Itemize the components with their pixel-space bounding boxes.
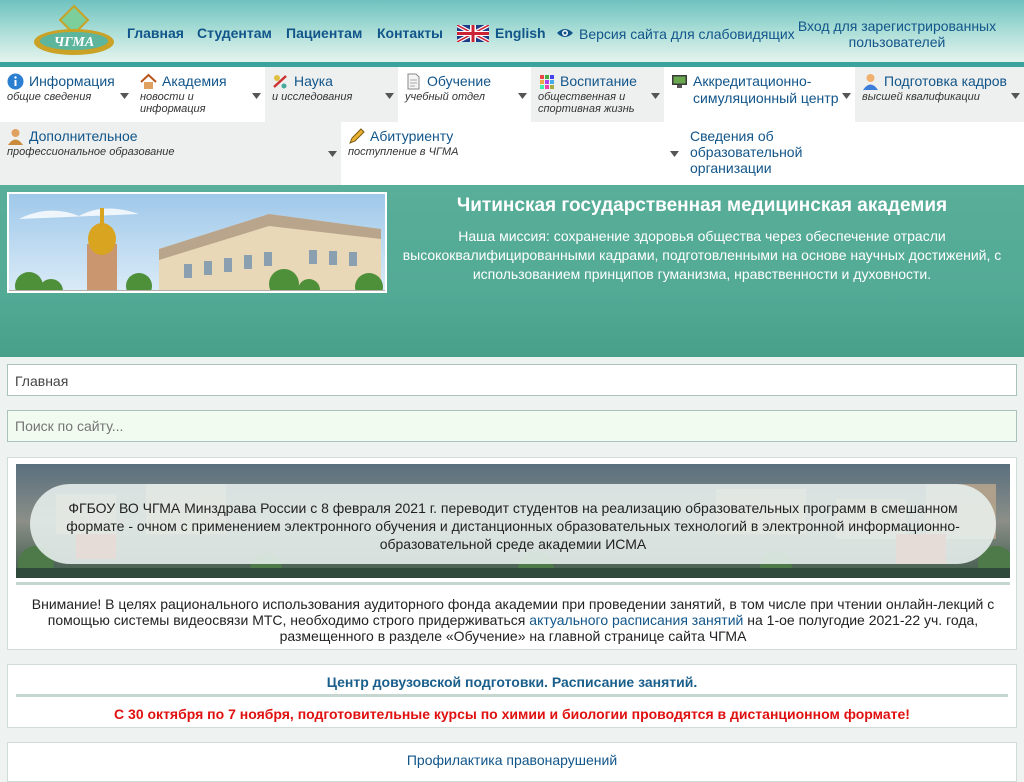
nav-contacts[interactable]: Контакты xyxy=(377,25,443,41)
campus-aerial-photo: ФГБОУ ВО ЧГМА Минздрава России с 8 февра… xyxy=(16,464,1010,578)
menu-subtitle: новости и информация xyxy=(140,91,206,115)
person-icon xyxy=(863,74,878,90)
menu-item-upbringing[interactable]: Воспитание общественная и спортивная жиз… xyxy=(531,67,664,122)
menu-item-accreditation-center[interactable]: Аккредитационно-симуляционный центр xyxy=(664,67,855,122)
accessibility-version-link[interactable]: Версия сайта для слабовидящих xyxy=(579,26,795,42)
menu-item-additional-education[interactable]: Дополнительное профессиональное образова… xyxy=(0,122,341,185)
menu-item-applicants[interactable]: Абитуриенту поступление в ЧГМА xyxy=(341,122,683,185)
eye-icon[interactable] xyxy=(556,27,574,39)
pencil-icon xyxy=(349,128,365,144)
menu-title: Аккредитационно-симуляционный центр xyxy=(693,73,839,106)
chevron-down-icon xyxy=(252,93,261,99)
chevron-down-icon xyxy=(328,151,337,157)
notice-text: Внимание! В целях рационального использо… xyxy=(18,596,1008,644)
menu-subtitle: учебный отдел xyxy=(405,91,486,103)
menu-subtitle: поступление в ЧГМА xyxy=(348,146,459,158)
english-link[interactable]: English xyxy=(495,25,546,41)
main-menu-row-2: Дополнительное профессиональное образова… xyxy=(0,122,1024,185)
chevron-down-icon xyxy=(1011,93,1020,99)
menu-title: Академия xyxy=(162,73,227,89)
menu-item-education[interactable]: Обучение учебный отдел xyxy=(398,67,531,122)
nav-home[interactable]: Главная xyxy=(127,25,184,41)
divider xyxy=(16,694,1008,697)
menu-item-staff-training[interactable]: Подготовка кадров высшей квалификации xyxy=(855,67,1024,122)
document-icon xyxy=(407,73,420,90)
menu-item-information[interactable]: Информация общие сведения xyxy=(0,67,133,122)
banner-mission: Наша миссия: сохранение здоровья обществ… xyxy=(402,228,1002,282)
grid-icon xyxy=(540,75,554,89)
menu-title: Абитуриенту xyxy=(370,128,454,144)
prevention-box: Профилактика правонарушений xyxy=(7,742,1017,782)
banner-title: Читинская государственная медицинская ак… xyxy=(456,195,948,216)
science-icon xyxy=(273,75,287,89)
main-menu-row-1: Информация общие сведения Академия новос… xyxy=(0,67,1024,122)
prep-center-link[interactable]: Центр довузовской подготовки. Расписание… xyxy=(8,674,1016,690)
distance-format-alert: С 30 октября по 7 ноября, подготовительн… xyxy=(114,706,910,722)
menu-subtitle: профессиональное образование xyxy=(7,146,175,158)
info-icon xyxy=(7,73,24,90)
menu-subtitle: общие сведения xyxy=(7,91,92,103)
breadcrumb[interactable]: Главная xyxy=(7,364,1017,396)
menu-subtitle: и исследования xyxy=(272,91,353,103)
menu-title: Сведения об образовательной организации xyxy=(690,128,803,176)
menu-title: Наука xyxy=(294,73,333,89)
search-input[interactable] xyxy=(7,410,1017,442)
menu-title: Информация xyxy=(29,73,115,89)
menu-title: Подготовка кадров xyxy=(884,73,1007,89)
prevention-link[interactable]: Профилактика правонарушений xyxy=(8,752,1016,768)
prep-center-box: Центр довузовской подготовки. Расписание… xyxy=(7,664,1017,728)
chevron-down-icon xyxy=(651,93,660,99)
nav-students[interactable]: Студентам xyxy=(197,25,272,41)
chevron-down-icon xyxy=(518,93,527,99)
home-icon xyxy=(140,73,157,89)
schedule-link[interactable]: актуального расписания занятий xyxy=(529,612,743,628)
monitor-icon xyxy=(672,75,687,88)
academy-logo[interactable]: ЧГМА xyxy=(30,4,118,60)
menu-item-academy[interactable]: Академия новости и информация xyxy=(133,67,265,122)
divider xyxy=(16,582,1010,585)
news-box: ФГБОУ ВО ЧГМА Минздрава России с 8 февра… xyxy=(7,457,1017,650)
nav-patients[interactable]: Пациентам xyxy=(286,25,362,41)
logo-text: ЧГМА xyxy=(54,35,94,50)
login-link[interactable]: Вход для зарегистрированных пользователе… xyxy=(790,18,1004,50)
person-edu-icon xyxy=(8,129,23,145)
chevron-down-icon xyxy=(842,93,851,99)
menu-title: Обучение xyxy=(427,73,492,89)
academy-building-photo xyxy=(7,192,387,293)
menu-subtitle: высшей квалификации xyxy=(862,91,980,103)
uk-flag-icon[interactable] xyxy=(457,25,489,42)
menu-title: Воспитание xyxy=(560,73,637,89)
chevron-down-icon xyxy=(385,93,394,99)
chevron-down-icon xyxy=(670,151,679,157)
announcement-text: ФГБОУ ВО ЧГМА Минздрава России с 8 февра… xyxy=(66,500,960,552)
top-bar: ЧГМА Главная Студентам Пациентам Контакт… xyxy=(0,0,1024,67)
hero-banner: Читинская государственная медицинская ак… xyxy=(0,185,1024,357)
menu-item-science[interactable]: Наука и исследования xyxy=(265,67,398,122)
menu-title: Дополнительное xyxy=(29,128,138,144)
menu-subtitle: общественная и спортивная жизнь xyxy=(538,91,635,115)
chevron-down-icon xyxy=(120,93,129,99)
menu-item-organization-info[interactable]: Сведения об образовательной организации xyxy=(683,122,843,185)
